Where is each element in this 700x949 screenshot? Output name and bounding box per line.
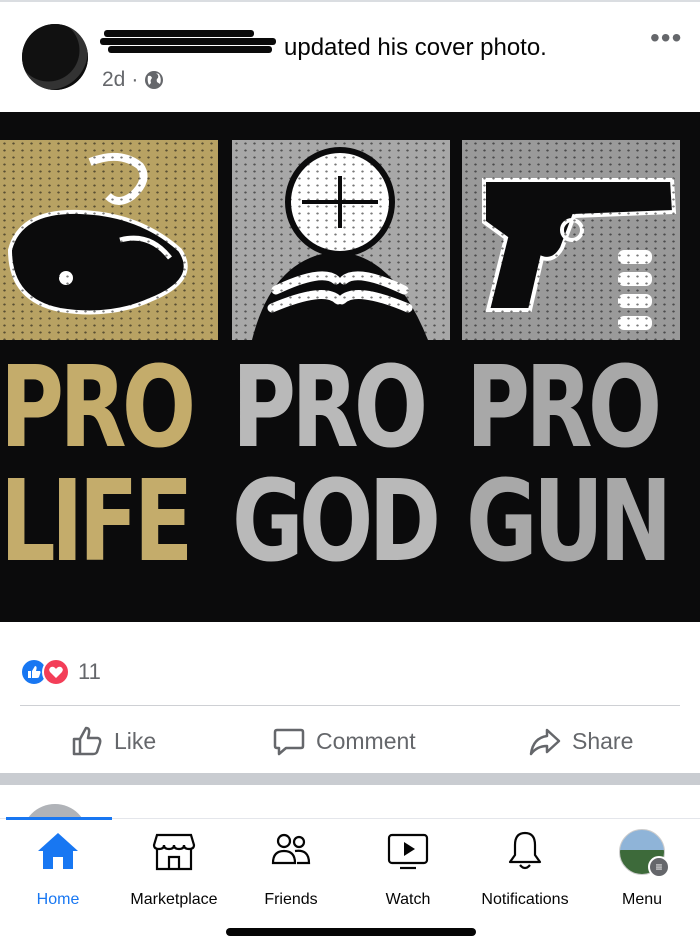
tab-label: Watch: [385, 891, 431, 908]
globe-icon: [145, 71, 164, 89]
slogan-pro-2: PRO: [232, 343, 428, 473]
redaction-scribble: [22, 24, 88, 90]
share-label: Share: [572, 727, 634, 754]
active-tab-indicator: [6, 817, 112, 820]
tab-home[interactable]: Home: [0, 829, 116, 909]
author-avatar[interactable]: [22, 24, 88, 90]
watch-icon: [387, 833, 429, 870]
slogan-life: LIFE: [0, 457, 193, 587]
slogan-god: GOD: [232, 457, 441, 587]
home-icon: [38, 833, 78, 869]
tab-label: Notifications: [481, 891, 569, 908]
friends-icon: [271, 833, 311, 865]
divider: [20, 705, 680, 706]
cover-photo[interactable]: PRO PRO PRO LIFE GOD GUN: [0, 112, 700, 622]
slogan-gun: GUN: [466, 457, 672, 587]
share-icon: [529, 728, 561, 756]
post-meta: 2d ·: [102, 68, 164, 92]
slogan-pro-1: PRO: [0, 343, 196, 473]
love-reaction-icon: [42, 658, 70, 686]
redaction-mark: [104, 30, 254, 37]
tab-label: Home: [36, 891, 80, 908]
redaction-mark: [100, 38, 276, 45]
more-icon[interactable]: •••: [650, 24, 682, 52]
distress-texture: [232, 140, 450, 340]
comment-label: Comment: [316, 727, 416, 754]
meta-separator: ·: [131, 68, 139, 91]
reaction-count: 11: [78, 659, 101, 684]
redaction-mark: [108, 46, 272, 53]
tab-label: Marketplace: [130, 891, 218, 908]
share-button[interactable]: Share: [528, 712, 633, 770]
thumbs-up-icon: [72, 726, 102, 756]
panel-host: [232, 140, 450, 340]
tab-label: Menu: [621, 891, 663, 908]
tab-notifications[interactable]: Notifications: [467, 829, 583, 909]
like-label: Like: [114, 727, 157, 754]
like-button[interactable]: Like: [70, 712, 156, 770]
tab-friends[interactable]: Friends: [233, 829, 349, 909]
tab-label: Friends: [264, 891, 318, 908]
slogan-pro-3: PRO: [466, 343, 662, 473]
feed-separator: [0, 773, 700, 785]
distress-texture: [462, 140, 680, 340]
menu-icon: ≡: [648, 856, 670, 878]
panel-gun: [462, 140, 680, 340]
avatar: ≡: [619, 829, 670, 878]
reaction-summary[interactable]: 11: [20, 658, 101, 686]
comment-button[interactable]: Comment: [272, 712, 416, 770]
panel-baby: [0, 140, 218, 340]
post-actions: Like Comment Share: [0, 712, 700, 770]
tab-watch[interactable]: Watch: [350, 829, 466, 909]
comment-icon: [273, 728, 305, 756]
bell-icon: [508, 831, 542, 870]
post-header: updated his cover photo. 2d · •••: [0, 2, 700, 110]
marketplace-icon: [152, 833, 196, 871]
post-headline: updated his cover photo.: [284, 34, 547, 61]
post-time[interactable]: 2d: [102, 68, 125, 92]
tab-marketplace[interactable]: Marketplace: [116, 829, 232, 909]
distress-texture: [0, 140, 218, 340]
tab-menu[interactable]: ≡ Menu: [584, 829, 700, 909]
home-indicator[interactable]: [226, 928, 476, 936]
author-name-redacted[interactable]: [96, 26, 276, 56]
